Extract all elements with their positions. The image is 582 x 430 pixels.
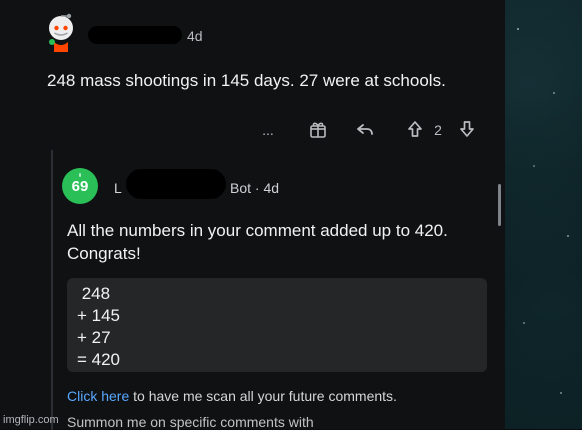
gift-icon [310,122,326,138]
downvote-button[interactable] [456,118,478,140]
reply-icon [357,124,373,135]
comment-time: 4d [187,28,203,44]
click-here-link[interactable]: Click here [67,388,129,404]
star [533,165,535,167]
bot-footer-line-2: Summon me on specific comments with [67,414,314,430]
star [523,322,525,324]
award-button[interactable] [307,118,329,140]
star [567,235,569,237]
star [560,392,562,394]
imgflip-watermark: imgflip.com [3,414,59,426]
bot-footer-text: to have me scan all your future comments… [129,388,397,404]
vote-count-text: 2 [434,122,442,138]
calculation-line: 248 [77,284,111,303]
vote-count: 2 [431,120,445,140]
calculation-line: + 145 [77,306,121,325]
scrollbar-thumb[interactable] [498,184,501,226]
star [553,92,555,94]
bot-avatar[interactable]: 69 [62,168,98,204]
calculation-block: 248 + 145 + 27 = 420 [67,278,487,372]
calculation-line: + 27 [77,328,111,347]
comment-body: 248 mass shootings in 145 days. 27 were … [47,71,446,90]
avatar-dot [79,173,81,177]
more-options-label: ... [262,122,274,138]
bot-reply-body: All the numbers in your comment added up… [67,221,448,263]
downvote-arrow-icon [460,121,474,137]
upvote-arrow-icon [408,121,422,137]
space-background [505,0,582,429]
bot-avatar-number: 69 [71,177,89,195]
bot-username-initial[interactable]: L [114,180,122,196]
bot-footer: Click here to have me scan all your futu… [67,388,397,404]
reply-button[interactable] [354,118,376,140]
comment-actions: ... 2 [0,118,505,142]
thread-line [51,150,53,430]
redacted-bot-username [126,169,226,199]
calculation-line: = 420 [77,350,121,369]
redacted-username [88,26,182,44]
more-options-button[interactable]: ... [258,120,278,140]
comment-card: 4d 248 mass shootings in 145 days. 27 we… [0,0,505,430]
star [517,28,519,30]
snoo-avatar-icon[interactable] [44,12,78,52]
upvote-button[interactable] [404,118,426,140]
bot-username-suffix[interactable]: Bot · 4d [230,180,279,196]
